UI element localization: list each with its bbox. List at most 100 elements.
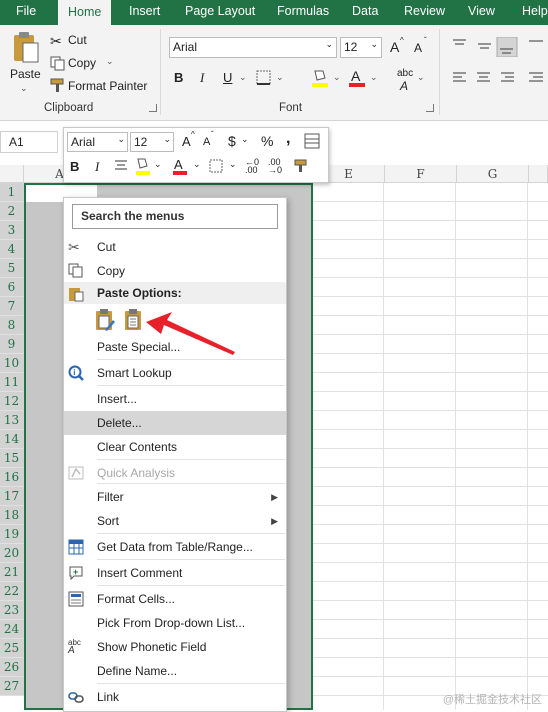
- row-header[interactable]: 26: [0, 658, 24, 677]
- increase-font-size-icon[interactable]: A: [182, 134, 191, 149]
- row-header[interactable]: 19: [0, 525, 24, 544]
- row-header[interactable]: 21: [0, 563, 24, 582]
- row-header[interactable]: 2: [0, 202, 24, 221]
- menu-item-pick-from-list[interactable]: Pick From Drop-down List...: [64, 611, 286, 635]
- currency-button[interactable]: $: [228, 133, 236, 149]
- row-header[interactable]: 4: [0, 240, 24, 259]
- italic-button[interactable]: I: [200, 70, 204, 86]
- menu-item-copy[interactable]: Copy: [64, 259, 286, 283]
- row-header[interactable]: 3: [0, 221, 24, 240]
- tab-review[interactable]: Review: [404, 0, 445, 25]
- row-header[interactable]: 6: [0, 278, 24, 297]
- font-name-dropdown[interactable]: Arial ⌄: [169, 37, 337, 58]
- mini-fill-dropdown-icon[interactable]: ⌄: [154, 159, 162, 170]
- comma-style-button[interactable]: ,: [286, 130, 290, 148]
- increase-decimal-icon[interactable]: ←0.00: [245, 158, 259, 175]
- decrease-decimal-icon[interactable]: .00 →0: [268, 158, 282, 175]
- row-header[interactable]: 15: [0, 449, 24, 468]
- menu-item-sort[interactable]: Sort ▶: [64, 509, 286, 533]
- search-menus-input[interactable]: Search the menus: [72, 204, 278, 229]
- chevron-down-icon[interactable]: ⌄: [20, 83, 28, 94]
- underline-dropdown-icon[interactable]: ⌄: [239, 72, 247, 83]
- mini-font-size-dropdown[interactable]: 12 ⌄: [130, 132, 174, 152]
- clipboard-launcher-icon[interactable]: [149, 104, 157, 112]
- fill-color-icon[interactable]: [311, 68, 329, 88]
- mini-font-name-dropdown[interactable]: Arial ⌄: [67, 132, 128, 152]
- vertical-align-icons[interactable]: [451, 37, 547, 57]
- column-header-f[interactable]: F: [385, 165, 457, 183]
- menu-item-link[interactable]: Link: [64, 685, 286, 709]
- tab-file[interactable]: File: [16, 0, 36, 25]
- mini-italic-button[interactable]: I: [95, 159, 99, 175]
- tab-home[interactable]: Home: [58, 0, 112, 25]
- format-table-icon[interactable]: [304, 133, 320, 149]
- row-header[interactable]: 14: [0, 430, 24, 449]
- font-size-dropdown[interactable]: 12 ⌄: [340, 37, 382, 58]
- row-header[interactable]: 11: [0, 373, 24, 392]
- copy-button[interactable]: Copy: [68, 56, 96, 70]
- paste-icon[interactable]: [11, 31, 39, 63]
- mini-font-color-icon[interactable]: A: [172, 156, 188, 176]
- font-launcher-icon[interactable]: [426, 104, 434, 112]
- cut-icon[interactable]: ✂: [50, 33, 62, 50]
- menu-item-smart-lookup[interactable]: i Smart Lookup: [64, 361, 286, 385]
- row-header[interactable]: 12: [0, 392, 24, 411]
- decrease-font-size-icon[interactable]: A: [414, 41, 422, 55]
- menu-item-filter[interactable]: Filter ▶: [64, 485, 286, 509]
- menu-item-define-name[interactable]: Define Name...: [64, 659, 286, 683]
- menu-item-get-data[interactable]: Get Data from Table/Range...: [64, 535, 286, 559]
- paste-keep-formatting-icon[interactable]: [93, 308, 117, 332]
- menu-item-delete[interactable]: Delete...: [64, 411, 286, 435]
- row-header[interactable]: 7: [0, 297, 24, 316]
- underline-button[interactable]: U: [223, 70, 232, 85]
- paste-button-label[interactable]: Paste: [10, 67, 41, 81]
- menu-item-cut[interactable]: ✂ Cut: [64, 235, 286, 259]
- tab-help[interactable]: Help: [522, 0, 548, 25]
- increase-font-size-icon[interactable]: A: [390, 39, 399, 55]
- mini-borders-icon[interactable]: [209, 159, 223, 173]
- menu-item-format-cells[interactable]: Format Cells...: [64, 587, 286, 611]
- mini-borders-dropdown-icon[interactable]: ⌄: [229, 159, 237, 170]
- menu-item-phonetic[interactable]: abc A Show Phonetic Field: [64, 635, 286, 659]
- column-header-g[interactable]: G: [457, 165, 529, 183]
- tab-page-layout[interactable]: Page Layout: [185, 0, 255, 25]
- row-header[interactable]: 13: [0, 411, 24, 430]
- horizontal-align-icons[interactable]: [451, 71, 547, 87]
- mini-fill-color-icon[interactable]: [135, 156, 151, 176]
- borders-dropdown-icon[interactable]: ⌄: [276, 72, 284, 83]
- currency-dropdown-icon[interactable]: ⌄: [241, 134, 249, 145]
- tab-insert[interactable]: Insert: [129, 0, 160, 25]
- menu-item-insert-comment[interactable]: + Insert Comment: [64, 561, 286, 585]
- phonetic-dropdown-icon[interactable]: ⌄: [417, 72, 425, 83]
- font-color-icon[interactable]: A: [348, 68, 366, 88]
- select-all-corner[interactable]: [0, 165, 24, 183]
- row-header[interactable]: 24: [0, 620, 24, 639]
- mini-bold-button[interactable]: B: [70, 159, 79, 174]
- row-header[interactable]: 5: [0, 259, 24, 278]
- row-header[interactable]: 8: [0, 316, 24, 335]
- font-color-dropdown-icon[interactable]: ⌄: [370, 72, 378, 83]
- row-header[interactable]: 18: [0, 506, 24, 525]
- decrease-font-size-icon[interactable]: A: [203, 136, 210, 148]
- row-header[interactable]: 16: [0, 468, 24, 487]
- mini-font-color-dropdown-icon[interactable]: ⌄: [193, 159, 201, 170]
- tab-data[interactable]: Data: [352, 0, 378, 25]
- borders-icon[interactable]: [256, 70, 272, 86]
- row-header[interactable]: 10: [0, 354, 24, 373]
- row-header[interactable]: 1: [0, 183, 24, 202]
- column-header-h[interactable]: [529, 165, 548, 183]
- bold-button[interactable]: B: [174, 70, 183, 85]
- menu-item-insert[interactable]: Insert...: [64, 387, 286, 411]
- fill-color-dropdown-icon[interactable]: ⌄: [333, 72, 341, 83]
- row-header[interactable]: 17: [0, 487, 24, 506]
- row-header[interactable]: 25: [0, 639, 24, 658]
- copy-dropdown-icon[interactable]: ⌄: [106, 56, 114, 67]
- mini-format-painter-icon[interactable]: [292, 158, 310, 174]
- center-align-icon[interactable]: [114, 159, 128, 173]
- cut-button[interactable]: Cut: [68, 33, 87, 47]
- row-header[interactable]: 20: [0, 544, 24, 563]
- row-header[interactable]: 27: [0, 677, 24, 696]
- tab-view[interactable]: View: [468, 0, 495, 25]
- format-painter-button[interactable]: Format Painter: [68, 79, 147, 93]
- name-box[interactable]: A1: [0, 131, 58, 153]
